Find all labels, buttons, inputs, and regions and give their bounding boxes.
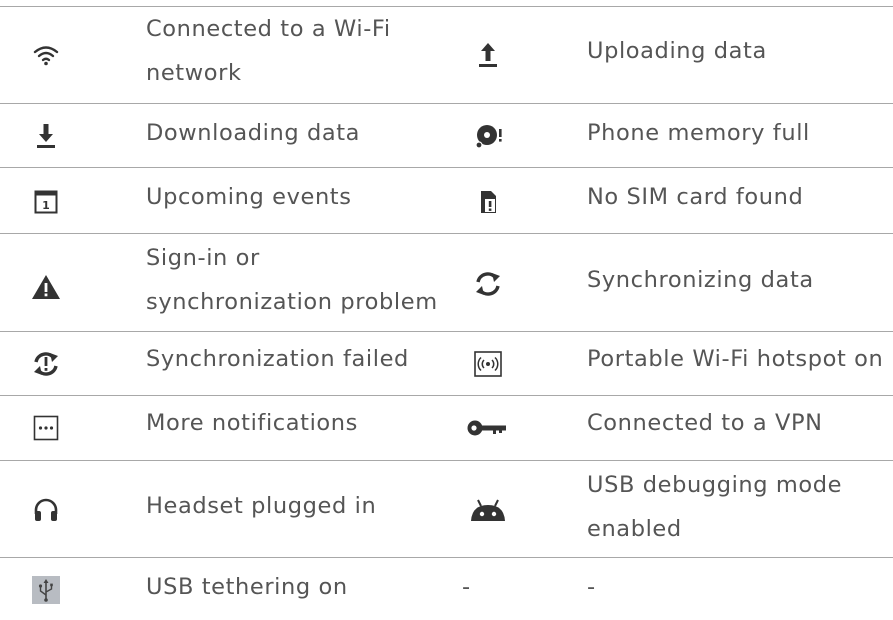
sync-failed-icon xyxy=(24,342,68,386)
sync-icon xyxy=(466,262,510,306)
list-item-label: Synchronization failed xyxy=(146,346,409,372)
list-item-label: No SIM card found xyxy=(587,184,804,210)
list-item-label: Downloading data xyxy=(146,120,361,146)
usb-icon xyxy=(24,568,68,612)
upload-icon xyxy=(466,33,510,77)
list-item-label: USB debugging mode enabled xyxy=(587,472,843,542)
wifi-icon xyxy=(24,33,68,77)
list-item-label: Synchronizing data xyxy=(587,267,814,293)
no-sim-icon xyxy=(466,180,510,224)
list-item-label: Connected to a VPN xyxy=(587,410,823,436)
android-icon xyxy=(466,488,510,532)
download-icon xyxy=(24,114,68,158)
table-row: 1 Upcoming events No SIM card found xyxy=(0,167,893,234)
vpn-key-icon xyxy=(466,406,510,450)
placeholder-dash: - xyxy=(462,574,471,600)
table-row: Downloading data Phone memory full xyxy=(0,103,893,168)
more-icon xyxy=(24,406,68,450)
list-item-label: Headset plugged in xyxy=(146,493,377,519)
hotspot-icon xyxy=(466,342,510,386)
list-item-label: Phone memory full xyxy=(587,120,810,146)
list-item-label: Uploading data xyxy=(587,38,767,64)
table-row: More notifications Connected to a VPN xyxy=(0,395,893,461)
memory-full-icon xyxy=(466,114,510,158)
table-row: Synchronization failed Portable Wi-Fi ho… xyxy=(0,331,893,396)
headset-icon xyxy=(24,488,68,532)
svg-text:1: 1 xyxy=(42,199,50,212)
list-item-label: More notifications xyxy=(146,410,358,436)
table-row: Sign-in or synchronization problem Synch… xyxy=(0,233,893,332)
table-row: Connected to a Wi-Fi network Uploading d… xyxy=(0,6,893,104)
table-row: Headset plugged in USB debugging mode en… xyxy=(0,460,893,558)
table-row: USB tethering on - - xyxy=(0,557,893,620)
calendar-icon: 1 xyxy=(24,180,68,224)
list-item-label: Upcoming events xyxy=(146,184,352,210)
list-item-label: Sign-in or synchronization problem xyxy=(146,245,438,315)
list-item-label: - xyxy=(587,574,596,600)
warning-icon xyxy=(24,265,68,309)
list-item-label: Connected to a Wi-Fi network xyxy=(146,16,391,86)
list-item-label: Portable Wi-Fi hotspot on xyxy=(587,346,884,372)
list-item-label: USB tethering on xyxy=(146,574,348,600)
